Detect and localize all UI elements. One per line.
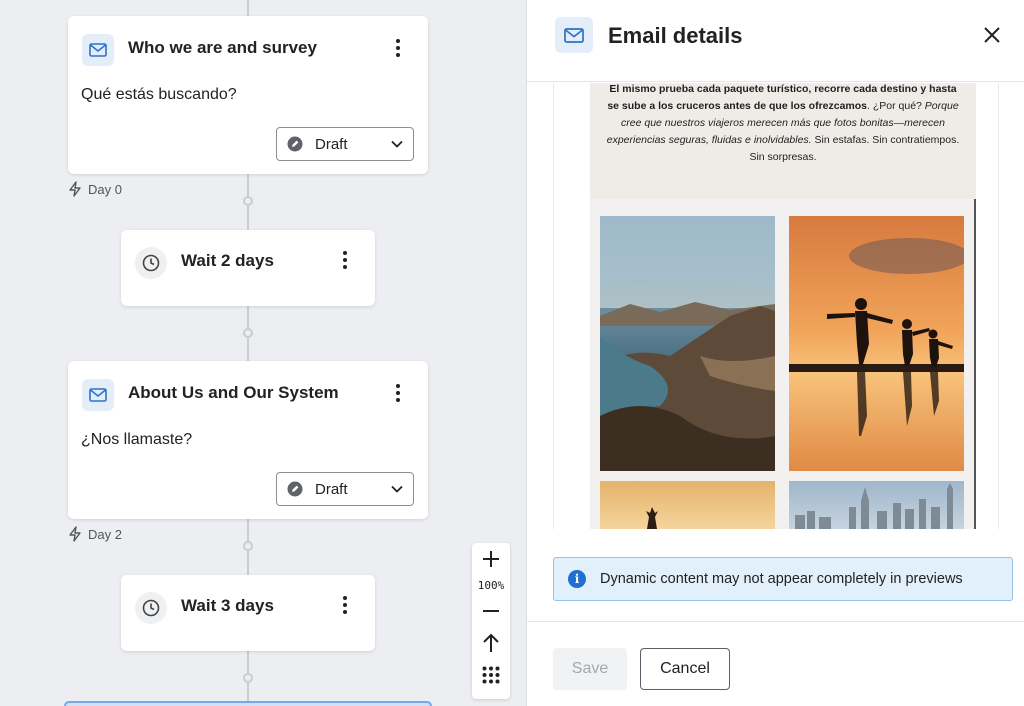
coastal-landscape-photo [600, 216, 775, 471]
email-step-card[interactable]: About Us and Our System ¿Nos llamaste? D… [68, 361, 428, 519]
kebab-menu-icon[interactable] [335, 593, 355, 617]
wait-step-card[interactable]: Wait 3 days [121, 575, 375, 651]
selected-step-card-edge[interactable] [64, 701, 432, 706]
day-label-text: Day 2 [88, 526, 122, 542]
clock-icon [135, 592, 167, 624]
day-label-text: Day 0 [88, 181, 122, 197]
email-preview[interactable]: El mismo prueba cada paquete turístico, … [553, 83, 999, 529]
chevron-down-icon [391, 140, 403, 148]
grid-icon [482, 666, 500, 684]
bolt-icon [69, 181, 81, 197]
email-step-card[interactable]: Who we are and survey Qué estás buscando… [68, 16, 428, 174]
add-step-dot[interactable] [243, 196, 253, 206]
mail-icon [555, 17, 593, 53]
email-step-subject: ¿Nos llamaste? [81, 431, 193, 448]
add-step-dot[interactable] [243, 541, 253, 551]
info-banner: i Dynamic content may not appear complet… [553, 557, 1013, 601]
preview-question-text: . ¿Por qué? [867, 100, 925, 112]
email-details-panel: Email details El mismo prueba cada paque… [526, 0, 1024, 706]
add-step-dot[interactable] [243, 673, 253, 683]
wait-step-card[interactable]: Wait 2 days [121, 230, 375, 306]
zoom-in-button[interactable] [472, 543, 510, 575]
add-step-dot[interactable] [243, 328, 253, 338]
email-preview-text: El mismo prueba cada paquete turístico, … [606, 83, 960, 166]
save-button[interactable]: Save [553, 648, 627, 690]
workflow-canvas[interactable]: Who we are and survey Qué estás buscando… [0, 0, 526, 706]
minus-icon [483, 610, 499, 612]
plus-icon [483, 551, 499, 567]
sunset-silhouettes-photo [789, 216, 964, 471]
photo-gallery [590, 199, 976, 529]
draft-status-icon [287, 481, 303, 497]
info-banner-text: Dynamic content may not appear completel… [600, 571, 963, 587]
minimap-button[interactable] [472, 659, 510, 691]
cancel-button[interactable]: Cancel [640, 648, 730, 690]
city-skyline-photo [789, 481, 964, 529]
close-button[interactable] [979, 22, 1005, 48]
email-step-title: About Us and Our System [128, 383, 339, 402]
bolt-icon [69, 526, 81, 542]
mail-icon [82, 34, 114, 66]
kebab-menu-icon[interactable] [388, 36, 408, 60]
clock-icon [135, 247, 167, 279]
info-icon: i [568, 570, 586, 588]
fit-to-top-button[interactable] [472, 627, 510, 659]
kebab-menu-icon[interactable] [335, 248, 355, 272]
email-step-subject: Qué estás buscando? [81, 86, 237, 103]
wait-step-title: Wait 2 days [181, 251, 274, 270]
mail-icon [82, 379, 114, 411]
close-icon [984, 27, 1000, 43]
panel-header: Email details [527, 0, 1024, 82]
zoom-controls: 100% [472, 543, 510, 699]
status-value: Draft [315, 480, 348, 498]
zoom-out-button[interactable] [472, 595, 510, 627]
zoom-level: 100% [477, 578, 505, 592]
day-label: Day 0 [68, 181, 122, 197]
connector-line [247, 0, 249, 16]
draft-status-icon [287, 136, 303, 152]
kebab-menu-icon[interactable] [388, 381, 408, 405]
panel-title: Email details [608, 23, 743, 48]
day-label: Day 2 [68, 526, 122, 542]
status-dropdown[interactable]: Draft [276, 127, 414, 161]
desert-photo [600, 481, 775, 529]
wait-step-title: Wait 3 days [181, 596, 274, 615]
panel-footer: Save Cancel [527, 621, 1024, 706]
status-value: Draft [315, 135, 348, 153]
email-preview-body: El mismo prueba cada paquete turístico, … [590, 83, 976, 529]
arrow-up-icon [483, 633, 499, 652]
chevron-down-icon [391, 485, 403, 493]
status-dropdown[interactable]: Draft [276, 472, 414, 506]
email-step-title: Who we are and survey [128, 38, 317, 57]
